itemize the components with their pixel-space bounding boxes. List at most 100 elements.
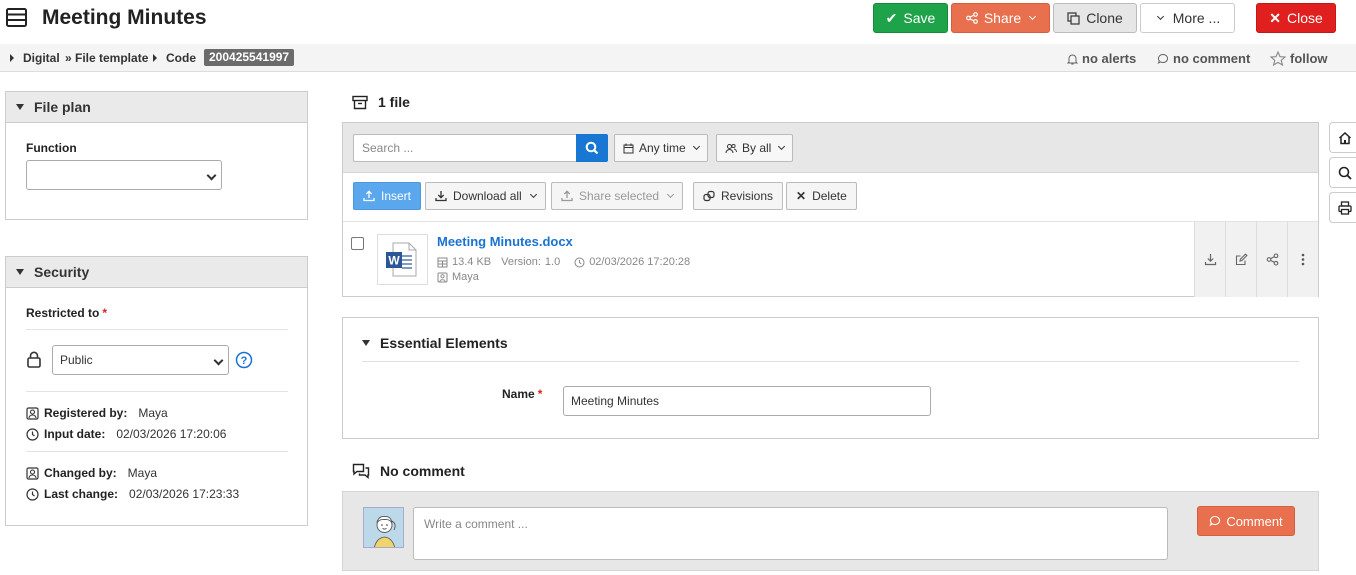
caret-down-icon <box>16 269 24 275</box>
changed-by-value: Maya <box>127 466 158 480</box>
file-plan-header[interactable]: File plan <box>6 92 307 123</box>
name-field[interactable]: Meeting Minutes <box>563 386 931 416</box>
caret-down-icon <box>16 104 24 110</box>
clone-label: Clone <box>1086 10 1123 26</box>
divider <box>26 451 288 452</box>
search-icon <box>585 141 599 155</box>
insert-button[interactable]: Insert <box>353 182 422 210</box>
security-header[interactable]: Security <box>6 257 307 288</box>
close-icon: ✕ <box>1269 9 1281 26</box>
security-title: Security <box>34 264 90 280</box>
close-icon: ✕ <box>796 189 807 203</box>
home-icon <box>1338 131 1351 144</box>
divider <box>26 329 288 330</box>
last-change-row: Last change: 02/03/2026 17:23:33 <box>26 487 239 501</box>
download-icon <box>1204 254 1216 266</box>
lock-icon <box>26 351 42 371</box>
upload-icon <box>561 190 573 202</box>
search-icon <box>1338 166 1352 180</box>
share-selected-button[interactable]: Share selected <box>551 182 684 210</box>
revisions-button[interactable]: Revisions <box>693 182 784 210</box>
menu-icon[interactable] <box>6 7 28 29</box>
chevron-down-icon <box>206 170 217 181</box>
user-badge-icon <box>437 272 448 282</box>
essential-elements-header[interactable]: Essential Elements <box>362 335 508 351</box>
comment-icon <box>1209 515 1221 527</box>
chevron-down-icon <box>667 190 675 199</box>
page-title: Meeting Minutes <box>42 6 207 29</box>
download-file-button[interactable] <box>1194 222 1225 297</box>
share-icon <box>1266 253 1278 266</box>
file-name-link[interactable]: Meeting Minutes.docx <box>437 234 573 249</box>
user-filter-button[interactable]: By all <box>716 134 794 162</box>
archive-icon <box>352 95 368 109</box>
alerts-link[interactable]: no alerts <box>1067 51 1136 66</box>
share-file-button[interactable] <box>1256 222 1287 297</box>
file-checkbox[interactable] <box>351 237 364 250</box>
save-label: Save <box>903 10 936 26</box>
file-plan-title: File plan <box>34 99 91 115</box>
file-count: 1 file <box>378 94 410 110</box>
download-icon <box>435 191 447 202</box>
close-button[interactable]: ✕ Close <box>1256 3 1336 33</box>
print-icon <box>1337 200 1352 215</box>
essential-elements-panel: Essential Elements Name * Meeting Minutes <box>342 317 1319 439</box>
side-search-button[interactable] <box>1329 157 1356 188</box>
search-button[interactable] <box>576 134 608 162</box>
restricted-label: Restricted to * <box>26 306 107 320</box>
chevron-down-icon <box>1029 12 1037 21</box>
save-button[interactable]: ✔ Save <box>873 3 948 33</box>
caret-right-icon <box>10 54 14 62</box>
chevron-down-icon <box>692 142 700 151</box>
user-badge-icon <box>26 406 39 420</box>
svg-text:?: ? <box>241 355 248 367</box>
copy-icon <box>1067 11 1080 25</box>
clone-button[interactable]: Clone <box>1053 3 1137 33</box>
edit-file-button[interactable] <box>1225 222 1256 297</box>
follow-link[interactable]: follow <box>1270 51 1328 66</box>
files-panel: Search ... Any time By all Insert Downlo… <box>342 122 1319 297</box>
breadcrumb-digital[interactable]: Digital <box>23 51 60 65</box>
comment-icon <box>1157 53 1169 64</box>
download-all-label: Download all <box>453 189 522 203</box>
word-document-icon[interactable]: W <box>377 234 428 285</box>
delete-button[interactable]: ✕ Delete <box>786 182 857 210</box>
last-change-label: Last change: <box>44 487 119 501</box>
print-button[interactable] <box>1329 192 1356 223</box>
comment-button-label: Comment <box>1226 513 1283 529</box>
home-button[interactable] <box>1329 122 1356 153</box>
share-button[interactable]: Share <box>951 3 1050 33</box>
user-filter-label: By all <box>742 141 772 155</box>
chevron-down-icon <box>1156 12 1164 21</box>
last-change-value: 02/03/2026 17:23:33 <box>129 487 240 501</box>
comment-input[interactable]: Write a comment ... <box>413 507 1168 560</box>
version-value: 1.0 <box>544 256 561 268</box>
restricted-select[interactable]: Public <box>52 345 229 375</box>
download-all-button[interactable]: Download all <box>425 182 546 210</box>
side-toolbar <box>1329 122 1356 227</box>
more-actions-button[interactable] <box>1287 222 1318 297</box>
comment-button[interactable]: Comment <box>1197 506 1295 536</box>
comments-label: no comment <box>1173 51 1251 66</box>
input-date-row: Input date: 02/03/2026 17:20:06 <box>26 427 226 441</box>
help-icon[interactable]: ? <box>235 351 253 372</box>
file-actions <box>1194 222 1318 297</box>
breadcrumb-file-template[interactable]: » File template <box>65 51 148 65</box>
chevron-down-icon <box>529 190 537 199</box>
function-select[interactable] <box>26 160 222 190</box>
search-input[interactable]: Search ... <box>353 134 577 162</box>
check-icon: ✔ <box>885 9 898 26</box>
changed-by-row: Changed by: Maya <box>26 466 157 480</box>
name-label-text: Name <box>502 387 535 401</box>
more-button[interactable]: More ... <box>1140 3 1235 33</box>
alerts-label: no alerts <box>1082 51 1137 66</box>
clock-icon <box>26 427 39 441</box>
upload-icon <box>363 190 375 202</box>
users-icon <box>725 143 737 153</box>
restricted-label-text: Restricted to <box>26 306 100 320</box>
registered-by-value: Maya <box>138 406 168 420</box>
comments-link[interactable]: no comment <box>1157 51 1250 66</box>
time-filter-button[interactable]: Any time <box>614 134 708 162</box>
comment-composer: Write a comment ... Comment <box>342 491 1319 571</box>
header: Meeting Minutes ✔ Save Share Clone More … <box>0 0 1356 44</box>
